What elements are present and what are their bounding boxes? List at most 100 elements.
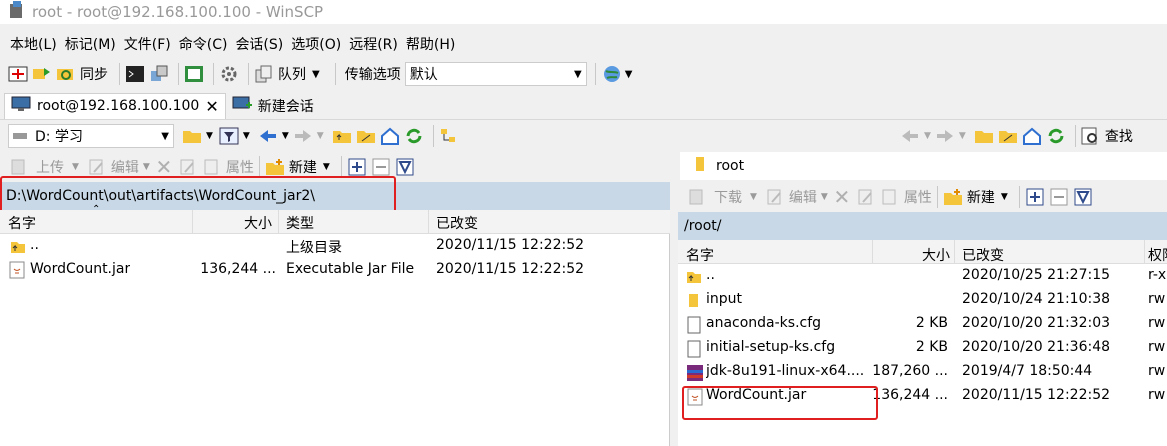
select-files-icon[interactable] [395, 157, 415, 177]
chevron-down-icon[interactable]: ▼ [312, 69, 320, 80]
chevron-down-icon[interactable]: ▼ [143, 162, 150, 172]
properties-icon[interactable] [202, 157, 222, 177]
find-button[interactable]: 查找 [1105, 126, 1133, 146]
upload-button[interactable]: 上传 [36, 157, 64, 177]
select-files-icon[interactable] [1073, 187, 1093, 207]
gear-icon[interactable] [219, 64, 239, 84]
file-changed: 2020/10/24 21:10:38 [962, 291, 1111, 307]
tab-session[interactable]: root@192.168.100.100 ✕ [4, 92, 226, 119]
back-arrow-icon[interactable] [258, 126, 278, 146]
edit-button[interactable]: 编辑 [111, 157, 139, 177]
chevron-down-icon[interactable]: ▼ [206, 131, 213, 141]
chevron-down-icon[interactable]: ▼ [625, 69, 633, 80]
select-all-icon[interactable] [347, 157, 367, 177]
chevron-down-icon[interactable]: ▼ [924, 131, 931, 141]
chevron-down-icon[interactable]: ▼ [72, 162, 79, 172]
refresh-icon[interactable] [404, 126, 424, 146]
tab-new-session[interactable]: 新建会话 [226, 93, 320, 119]
menu-help[interactable]: 帮助(H) [406, 34, 455, 54]
properties-icon[interactable] [880, 187, 900, 207]
edit-icon[interactable] [765, 187, 785, 207]
rename-icon[interactable] [856, 187, 876, 207]
filter-icon[interactable] [219, 126, 239, 146]
globe-icon[interactable] [601, 64, 621, 84]
column-size[interactable]: 大小 [918, 245, 950, 265]
refresh-icon[interactable] [1046, 126, 1066, 146]
forward-arrow-icon[interactable] [293, 126, 313, 146]
new-button[interactable]: 新建 [967, 187, 995, 207]
download-icon[interactable] [686, 187, 706, 207]
menu-options[interactable]: 选项(O) [291, 34, 341, 54]
menu-command[interactable]: 命令(C) [179, 34, 228, 54]
root-dir-icon[interactable] [356, 126, 376, 146]
menu-file[interactable]: 文件(F) [124, 34, 171, 54]
column-type[interactable]: 类型 [286, 213, 314, 233]
chevron-down-icon[interactable]: ▼ [243, 131, 250, 141]
drive-select[interactable]: D: 学习 ▼ [8, 124, 174, 148]
column-size[interactable]: 大小 [240, 213, 272, 233]
close-icon[interactable]: ✕ [205, 97, 218, 116]
menu-local[interactable]: 本地(L) [10, 34, 57, 54]
new-folder-icon[interactable] [265, 157, 285, 177]
parent-dir-icon[interactable] [974, 126, 994, 146]
tree-icon[interactable] [439, 126, 459, 146]
home-icon[interactable] [380, 126, 400, 146]
forward-arrow-icon[interactable] [935, 126, 955, 146]
compare-dirs-icon[interactable] [8, 64, 28, 84]
edit-icon[interactable] [87, 157, 107, 177]
synchronize-icon[interactable] [56, 64, 76, 84]
chevron-down-icon[interactable]: ▼ [750, 192, 757, 202]
back-arrow-icon[interactable] [900, 126, 920, 146]
delete-icon[interactable]: ✕ [154, 155, 174, 179]
properties-button[interactable]: 属性 [226, 157, 254, 177]
root-dir-icon[interactable] [998, 126, 1018, 146]
delete-icon[interactable]: ✕ [832, 185, 852, 209]
column-changed[interactable]: 已改变 [962, 245, 1004, 265]
table-row[interactable]: .. 2020/10/25 21:27:15 r-x [678, 264, 1167, 288]
toolbar-separator [119, 63, 120, 85]
table-row[interactable]: anaconda-ks.cfg 2 KB 2020/10/20 21:32:03 rw [678, 312, 1167, 336]
table-row[interactable]: jdk-8u191-linux-x64.... 187,260 ... 2019/4… [678, 360, 1167, 384]
putty-icon[interactable] [149, 64, 169, 84]
download-button[interactable]: 下载 [714, 187, 742, 207]
queue-button[interactable]: 队列 [278, 64, 306, 84]
chevron-down-icon[interactable]: ▼ [1001, 192, 1008, 202]
rename-icon[interactable] [178, 157, 198, 177]
parent-dir-icon[interactable] [332, 126, 352, 146]
new-button[interactable]: 新建 [289, 157, 317, 177]
table-row[interactable]: initial-setup-ks.cfg 2 KB 2020/10/20 21:36… [678, 336, 1167, 360]
table-row[interactable]: WordCount.jar 136,244 ... Executable Jar… [0, 258, 669, 282]
sync-browse-icon[interactable] [32, 64, 52, 84]
chevron-down-icon[interactable]: ▼ [821, 192, 828, 202]
unselect-all-icon[interactable] [371, 157, 391, 177]
menu-mark[interactable]: 标记(M) [65, 34, 116, 54]
chevron-down-icon[interactable]: ▼ [323, 162, 330, 172]
terminal-icon[interactable] [125, 64, 145, 84]
upload-icon[interactable] [8, 157, 28, 177]
unselect-all-icon[interactable] [1049, 187, 1069, 207]
left-nav-bar: D: 学习 ▼ ▼ ▼ ▼ ▼ [8, 122, 668, 150]
new-folder-icon[interactable] [943, 187, 963, 207]
chevron-down-icon[interactable]: ▼ [317, 131, 324, 141]
right-path-bar[interactable]: /root/ [678, 212, 1167, 240]
queue-icon[interactable] [254, 64, 274, 84]
home-icon[interactable] [1022, 126, 1042, 146]
edit-button[interactable]: 编辑 [789, 187, 817, 207]
properties-button[interactable]: 属性 [904, 187, 932, 207]
column-name[interactable]: 名字 [686, 245, 714, 265]
menu-session[interactable]: 会话(S) [235, 34, 283, 54]
column-permissions[interactable]: 权限 [1148, 245, 1167, 265]
find-icon[interactable] [1081, 126, 1101, 146]
transfer-settings-select[interactable]: 默认 ▼ [404, 62, 587, 86]
table-row[interactable]: .. 上级目录 2020/11/15 12:22:52 [0, 234, 669, 258]
table-row[interactable]: input 2020/10/24 21:10:38 rw [678, 288, 1167, 312]
open-folder-icon[interactable] [182, 126, 202, 146]
select-all-icon[interactable] [1025, 187, 1045, 207]
menu-remote[interactable]: 远程(R) [349, 34, 398, 54]
column-changed[interactable]: 已改变 [436, 213, 478, 233]
chevron-down-icon[interactable]: ▼ [282, 131, 289, 141]
chevron-down-icon[interactable]: ▼ [959, 131, 966, 141]
sync-button[interactable]: 同步 [80, 64, 108, 84]
column-name[interactable]: 名字 [8, 213, 36, 233]
explorer-icon[interactable] [184, 64, 204, 84]
